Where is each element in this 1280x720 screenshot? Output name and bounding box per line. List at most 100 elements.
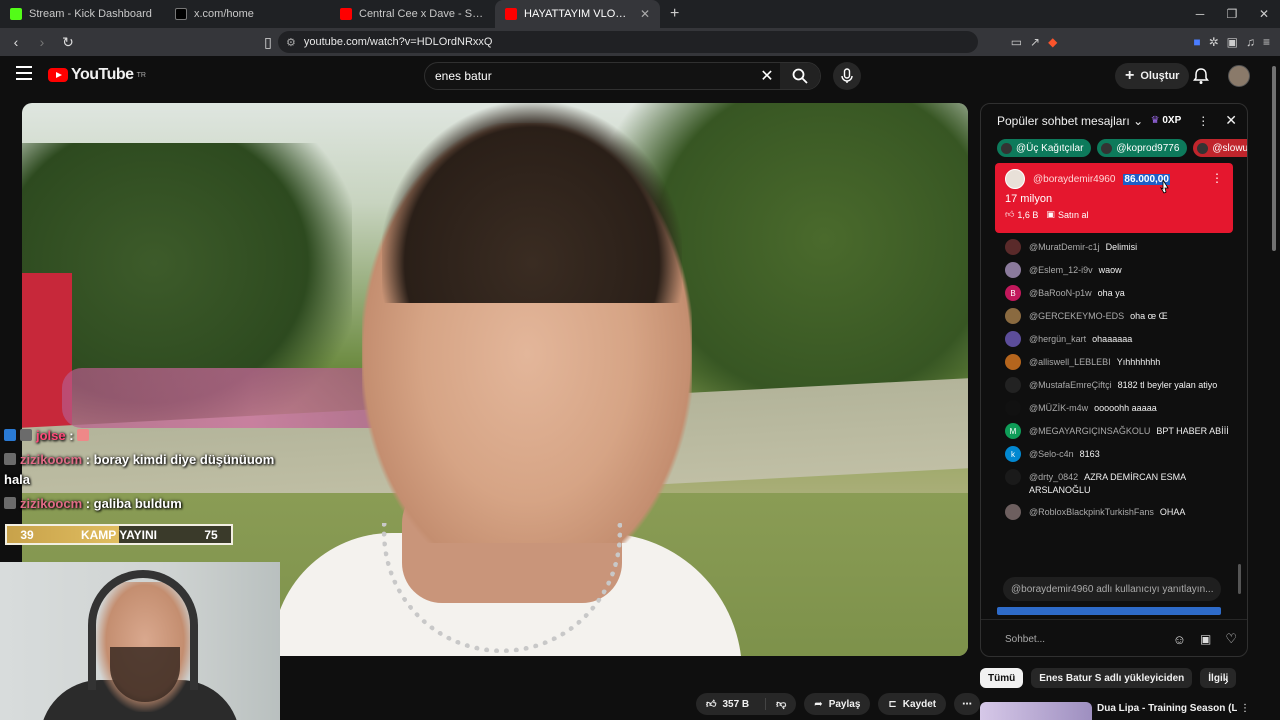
overlay-message: : galiba buldum xyxy=(82,496,182,511)
youtube-logo[interactable]: YouTube TR xyxy=(48,66,146,84)
like-button[interactable]: 👍︎ 1,6 B xyxy=(1005,209,1038,220)
bookmark-icon: ⊏ xyxy=(888,698,897,710)
tab-central-cee[interactable]: Central Cee x Dave - Sprinter [Music xyxy=(330,0,495,28)
chat-message-body: @MÜZİK-m4w ooooohh aaaaa xyxy=(1029,402,1229,415)
chat-message[interactable]: @drty_0842 AZRA DEMİRCAN ESMA ARSLANOĞLU xyxy=(1005,469,1247,497)
tab-x-home[interactable]: x.com/home xyxy=(165,0,330,28)
puzzle-icon[interactable]: ✲ xyxy=(1209,35,1219,49)
super-chat-icon: ▣ xyxy=(1046,209,1055,219)
reply-input[interactable]: @boraydemir4960 adlı kullanıcıyı yanıtla… xyxy=(1003,577,1221,601)
tab-hayattayim-vlog[interactable]: HAYATTAYIM VLOG - YouTube ✕ xyxy=(495,0,660,28)
chat-message[interactable]: B @BaRooN-p1w oha ya xyxy=(1005,285,1247,301)
like-button[interactable]: 👍︎ 357 B xyxy=(696,698,759,711)
search-icon xyxy=(792,68,808,84)
share-button[interactable]: ➦ Paylaş xyxy=(804,693,871,715)
create-button[interactable]: + Oluştur xyxy=(1115,63,1190,89)
clear-search-icon[interactable]: ✕ xyxy=(754,66,780,86)
chat-scrollbar[interactable] xyxy=(1238,564,1241,594)
window-controls: ─ ❐ ✕ xyxy=(1184,0,1280,28)
chat-message[interactable]: @MÜZİK-m4w ooooohh aaaaa xyxy=(1005,400,1247,416)
search-button[interactable] xyxy=(780,63,820,89)
minimize-icon[interactable]: ─ xyxy=(1184,0,1216,28)
close-chat-icon[interactable]: ✕ xyxy=(1225,112,1237,129)
create-label: Oluştur xyxy=(1140,70,1180,82)
chevron-right-icon[interactable]: › xyxy=(1224,672,1229,688)
filter-chip-all[interactable]: Tümü xyxy=(980,668,1024,688)
chat-message[interactable]: @alliswell_LEBLEBI Yıhhhhhhh xyxy=(1005,354,1247,370)
save-button[interactable]: ⊏ Kaydet xyxy=(878,693,947,715)
chat-mode-dropdown[interactable]: Popüler sohbet mesajları ⌄ xyxy=(997,114,1145,128)
dislike-button[interactable]: 👎︎ xyxy=(765,698,796,710)
search-box[interactable]: enes batur ✕ xyxy=(424,62,821,90)
chat-author: @MÜZİK-m4w xyxy=(1029,403,1089,413)
back-icon[interactable]: ‹ xyxy=(6,34,26,50)
chat-author: @drty_0842 xyxy=(1029,472,1079,482)
close-window-icon[interactable]: ✕ xyxy=(1248,0,1280,28)
logo-country: TR xyxy=(136,71,146,79)
forward-icon[interactable]: › xyxy=(32,34,52,50)
super-chat-icon[interactable]: ▣ xyxy=(1200,632,1211,646)
filter-chip-uploader[interactable]: Enes Batur S adlı yükleyiciden xyxy=(1031,668,1193,688)
like-dislike-group: 👍︎ 357 B 👎︎ xyxy=(696,693,797,715)
tab-kick-dashboard[interactable]: Stream - Kick Dashboard xyxy=(0,0,165,28)
buy-button[interactable]: ▣ Satın al xyxy=(1046,209,1088,220)
avatar: B xyxy=(1005,285,1021,301)
search-input[interactable]: enes batur xyxy=(425,69,754,83)
chat-message[interactable]: k @Selo-c4n 8163 xyxy=(1005,446,1247,462)
new-tab-button[interactable]: + xyxy=(660,5,689,23)
chat-message[interactable]: @Eslem_12-i9v waow xyxy=(1005,262,1247,278)
recommendation-title[interactable]: Dua Lipa - Training Season (Live xyxy=(1097,703,1237,714)
close-tab-icon[interactable]: ✕ xyxy=(640,7,650,21)
youtube-favicon-icon xyxy=(340,8,352,20)
extension-icon[interactable]: ■ xyxy=(1193,35,1200,49)
reload-icon[interactable]: ↻ xyxy=(58,34,78,51)
emoji-icon[interactable]: ☺ xyxy=(1173,632,1186,647)
chip-item[interactable]: @koprod9776 xyxy=(1097,139,1188,157)
restore-icon[interactable]: ❐ xyxy=(1216,0,1248,28)
hamburger-menu-icon[interactable] xyxy=(16,66,32,80)
url-field[interactable]: ⚙ youtube.com/watch?v=HDLOrdNRxxQ xyxy=(278,31,978,53)
more-options-icon[interactable]: ⋮ xyxy=(1211,171,1223,185)
more-actions-button[interactable]: ⋯ xyxy=(954,693,981,715)
chip-item[interactable]: @Üç Kağıtçılar xyxy=(997,139,1092,157)
browser-tab-bar: Stream - Kick Dashboard x.com/home Centr… xyxy=(0,0,1280,28)
share-icon[interactable]: ↗ xyxy=(1030,35,1040,49)
chat-input[interactable]: Sohbet... xyxy=(1005,634,1159,645)
notifications-bell-icon[interactable] xyxy=(1192,67,1210,85)
chat-text: ohaaaaaa xyxy=(1092,334,1133,344)
chip-item[interactable]: @slowuee xyxy=(1193,139,1247,157)
site-info-icon[interactable]: ⚙ xyxy=(286,36,296,49)
emote-icon xyxy=(77,429,90,441)
chat-message[interactable]: M @MEGAYARGIÇINSAĞKOLU BPT HABER ABİİİ xyxy=(1005,423,1247,439)
filter-chip-related[interactable]: İlgili xyxy=(1200,668,1237,688)
chat-message[interactable]: @hergün_kart ohaaaaaa xyxy=(1005,331,1247,347)
tab-title: HAYATTAYIM VLOG - YouTube xyxy=(524,8,633,20)
account-avatar[interactable] xyxy=(1228,65,1250,87)
menu-icon[interactable]: ≡ xyxy=(1263,35,1270,49)
page-scrollbar[interactable] xyxy=(1272,66,1276,251)
xp-badge[interactable]: ♛ 0XP xyxy=(1151,115,1182,126)
chat-message[interactable]: @RobloxBlackpinkTurkishFans OHAA xyxy=(1005,504,1247,520)
sidebar-icon[interactable]: ▣ xyxy=(1227,35,1238,49)
recommendation-thumbnail[interactable] xyxy=(980,702,1092,720)
youtube-header: YouTube TR enes batur ✕ xyxy=(0,56,1280,96)
chat-author: @hergün_kart xyxy=(1029,334,1087,344)
progress-left-value: 39 xyxy=(20,527,34,542)
chat-message[interactable]: @MustafaEmreÇiftçi 8182 tl beyler yalan a… xyxy=(1005,377,1247,393)
chat-message-body: @MustafaEmreÇiftçi 8182 tl beyler yalan a… xyxy=(1029,379,1229,392)
chat-message[interactable]: @GERCEKEYMO-EDS oha œ Œ xyxy=(1005,308,1247,324)
bookmark-icon[interactable]: ▯ xyxy=(258,34,278,51)
chat-text: 8163 xyxy=(1079,449,1100,459)
brave-shield-icon[interactable]: ◆ xyxy=(1048,35,1057,49)
more-options-icon[interactable]: ⋮ xyxy=(1240,703,1250,714)
more-options-icon[interactable]: ⋮ xyxy=(1197,114,1209,128)
user-avatar-icon xyxy=(1197,142,1209,154)
media-icon[interactable]: ♫ xyxy=(1246,35,1255,49)
avatar xyxy=(1005,469,1021,485)
chat-text: ooooohh aaaaa xyxy=(1094,403,1157,413)
voice-search-button[interactable] xyxy=(833,62,861,90)
chat-message[interactable]: @MuratDemir-c1j Delimisi xyxy=(1005,239,1247,255)
cast-icon[interactable]: ▭ xyxy=(1011,35,1022,49)
super-chat-card[interactable]: @boraydemir4960 86.000,00 ⋮ 17 milyon 👍︎… xyxy=(995,163,1233,233)
heart-icon[interactable]: ♡ xyxy=(1225,631,1237,647)
